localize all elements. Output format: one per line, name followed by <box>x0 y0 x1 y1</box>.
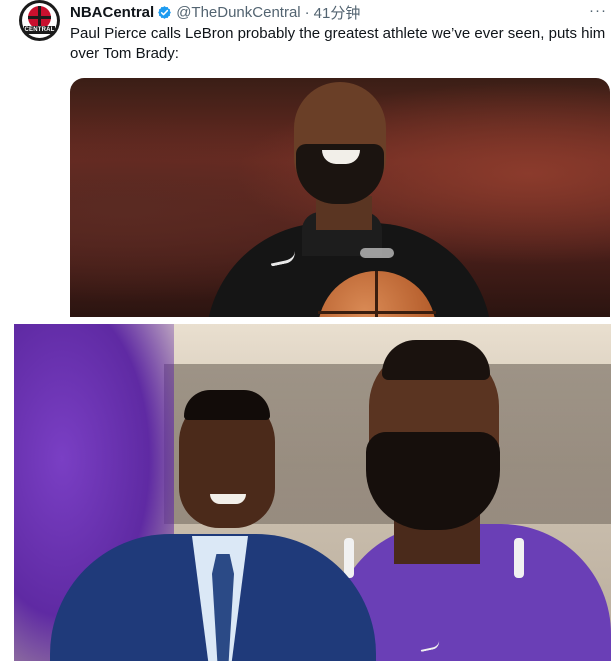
photo2-hair-left <box>184 390 270 420</box>
post-timestamp[interactable]: 41分钟 <box>314 2 361 23</box>
more-options-icon[interactable]: ··· <box>589 2 607 19</box>
author-display-name[interactable]: NBACentral <box>70 4 154 21</box>
account-avatar[interactable]: CENTRAL <box>19 0 60 41</box>
post-author-row: NBACentral @TheDunkCentral · 41分钟 <box>70 2 360 22</box>
post-text: Paul Pierce calls LeBron probably the gr… <box>70 25 606 62</box>
author-handle[interactable]: @TheDunkCentral <box>176 4 300 21</box>
photo2-jersey-stripe-right <box>514 538 524 578</box>
avatar-label: CENTRAL <box>24 26 55 34</box>
photo2-jersey-stripe-left <box>344 538 354 578</box>
post-header: CENTRAL NBACentral @TheDunkCentral · 41分… <box>0 0 611 70</box>
photo2-hair-right <box>382 340 490 380</box>
verified-badge-icon <box>158 5 172 19</box>
photo2-smile-left <box>210 494 246 504</box>
separator-dot: · <box>304 3 310 21</box>
post-photo-2[interactable] <box>14 324 611 661</box>
lakers-logo <box>360 248 394 258</box>
post-photo-1[interactable] <box>70 78 610 317</box>
